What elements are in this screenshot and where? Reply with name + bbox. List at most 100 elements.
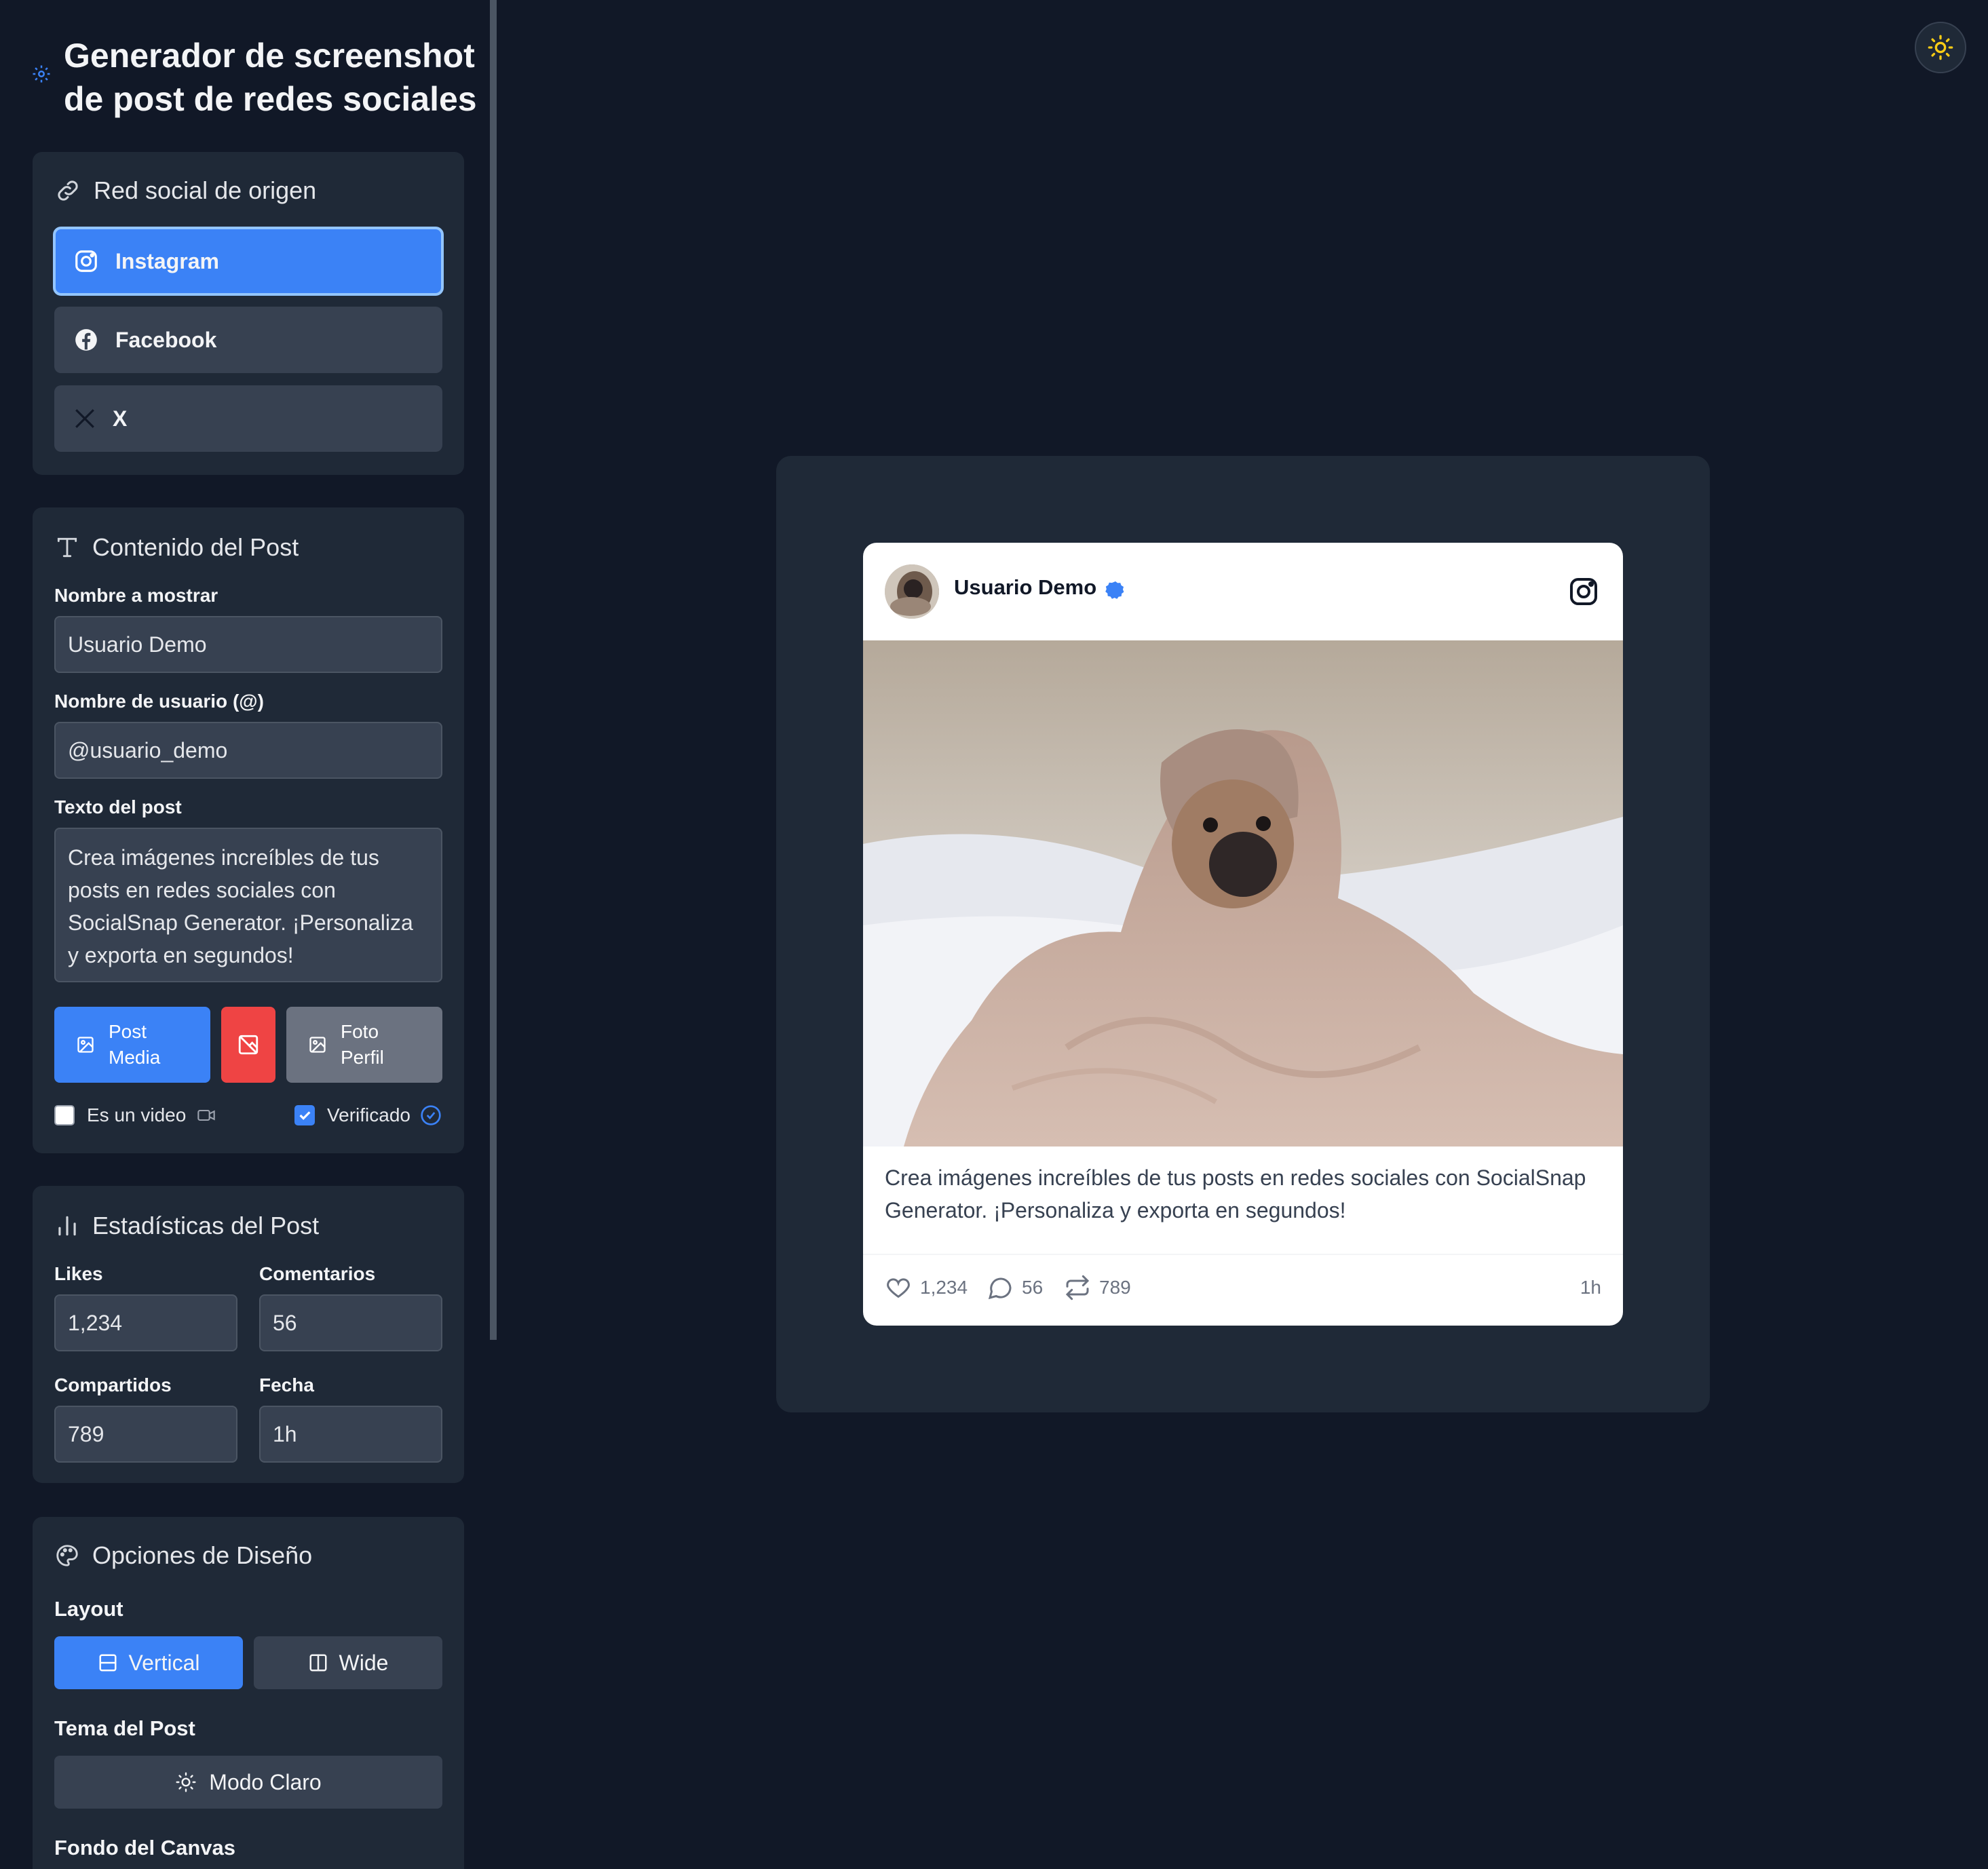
layout-vertical-button[interactable]: Vertical [54,1636,243,1689]
design-options-card-title: Opciones de Diseño [92,1541,313,1569]
date-label: Fecha [259,1374,314,1395]
gear-icon [33,65,50,83]
post-content-card-title: Contenido del Post [92,533,299,561]
app-root: Generador de screenshot de post de redes… [0,0,1988,1869]
image-icon [77,1037,94,1053]
profile-photo-line1: Foto [341,1021,379,1042]
comment-bubble-icon [988,1277,1012,1300]
verified-checkbox[interactable] [294,1105,315,1125]
facebook-button[interactable]: Facebook [54,307,442,373]
layout-wide-button[interactable]: Wide [254,1636,442,1689]
text-type-icon [57,537,77,558]
post-media-button-text: Post Media [109,1019,160,1071]
post-content-card-header: Contenido del Post [54,533,299,562]
social-network-card: Red social de origen Instagram Facebook [33,152,464,475]
post-preview: Usuario Demo Crea imágenes increíbles de… [863,543,1623,1326]
layout-columns-icon [309,1654,327,1672]
layout-rows-icon [99,1654,117,1672]
shares-metric[interactable]: 789 [1064,1267,1131,1308]
layout-label: Layout [54,1597,123,1621]
comments-input[interactable]: 56 [259,1294,442,1351]
sun-icon [176,1772,196,1792]
post-text: Crea imágenes increíbles de tus posts en… [885,1165,1586,1222]
verified-badge-icon [1105,581,1124,599]
layout-vertical-label: Vertical [128,1650,200,1675]
design-options-card-header: Opciones de Diseño [54,1541,312,1570]
post-stats-card-title: Estadísticas del Post [92,1212,320,1239]
app-header: Generador de screenshot de post de redes… [31,34,477,122]
comments-label: Comentarios [259,1263,376,1284]
palette-icon [56,1545,78,1566]
social-network-card-header: Red social de origen [54,176,316,205]
post-text-textarea[interactable]: Crea imágenes increíbles de tus posts en… [54,828,442,982]
canvas-background-label: Fondo del Canvas [54,1836,235,1860]
app-theme-toggle[interactable] [1915,22,1966,73]
heart-icon [887,1278,910,1298]
likes-metric[interactable]: 1,234 [885,1267,968,1308]
comments-metric[interactable]: 56 [987,1267,1043,1308]
image-off-icon [238,1035,259,1055]
facebook-button-label: Facebook [115,327,217,352]
profile-photo-button[interactable]: Foto Perfil [286,1007,442,1083]
likes-count: 1,234 [920,1277,968,1298]
avatar-image [885,564,939,619]
profile-photo-line2: Perfil [341,1047,384,1068]
image-icon [309,1037,326,1053]
instagram-button-label: Instagram [115,248,219,273]
likes-input[interactable]: 1,234 [54,1294,237,1351]
username-label: Nombre de usuario (@) [54,691,264,712]
post-display-name: Usuario Demo [954,575,1097,599]
is-video-checkbox[interactable] [54,1105,75,1125]
x-button-label: X [113,406,128,431]
app-title: Generador de screenshot de post de redes… [64,37,477,118]
post-theme-label: Tema del Post [54,1716,195,1740]
pug-in-blanket-illustration [863,640,1623,1147]
username-input[interactable]: @usuario_demo [54,722,442,779]
post-content-card: Contenido del Post Nombre a mostrar Usua… [33,507,464,1153]
instagram-icon [1570,578,1597,605]
is-video-row: Es un video [54,1104,217,1126]
post-media-line2: Media [109,1047,161,1068]
x-button[interactable]: X [54,385,442,452]
verified-circle-icon [421,1105,441,1125]
instagram-button[interactable]: Instagram [53,227,444,296]
post-stats-card-header: Estadísticas del Post [54,1212,319,1240]
design-options-card: Opciones de Diseño Layout Vertical Wide … [33,1517,464,1869]
bar-chart-icon [58,1216,76,1236]
post-divider [863,1254,1623,1255]
sidebar: Generador de screenshot de post de redes… [0,0,486,1869]
post-date: 1h [1580,1277,1601,1298]
link-icon [58,180,78,201]
verified-label: Verificado [327,1104,410,1125]
post-header: Usuario Demo [863,543,1623,640]
sun-icon [1928,35,1953,60]
shares-input[interactable]: 789 [54,1406,237,1463]
social-network-card-title: Red social de origen [94,176,317,204]
verified-row: Verificado [294,1104,442,1126]
light-mode-label: Modo Claro [209,1769,322,1794]
shares-label: Compartidos [54,1374,172,1395]
post-media-line1: Post [109,1021,147,1042]
display-name-input[interactable]: Usuario Demo [54,616,442,673]
shares-count: 789 [1099,1277,1131,1298]
facebook-icon [75,329,97,351]
post-text-label: Texto del post [54,796,182,817]
post-media-button[interactable]: Post Media [54,1007,210,1083]
is-video-label: Es un video [87,1104,187,1125]
video-camera-icon [197,1109,216,1121]
comments-count: 56 [1022,1277,1044,1298]
remove-media-button[interactable] [221,1007,275,1083]
post-media-image [863,640,1623,1147]
profile-photo-button-text: Foto Perfil [341,1019,384,1071]
avatar [885,564,939,619]
date-input[interactable]: 1h [259,1406,442,1463]
repost-icon [1065,1275,1090,1300]
likes-label: Likes [54,1263,103,1284]
display-name-label: Nombre a mostrar [54,585,218,606]
layout-wide-label: Wide [339,1650,389,1675]
light-mode-button[interactable]: Modo Claro [54,1756,442,1809]
x-icon [75,409,94,428]
instagram-icon [75,250,97,272]
sidebar-scrollbar[interactable] [490,0,497,1340]
post-stats-card: Estadísticas del Post Likes 1,234 Coment… [33,1186,464,1483]
